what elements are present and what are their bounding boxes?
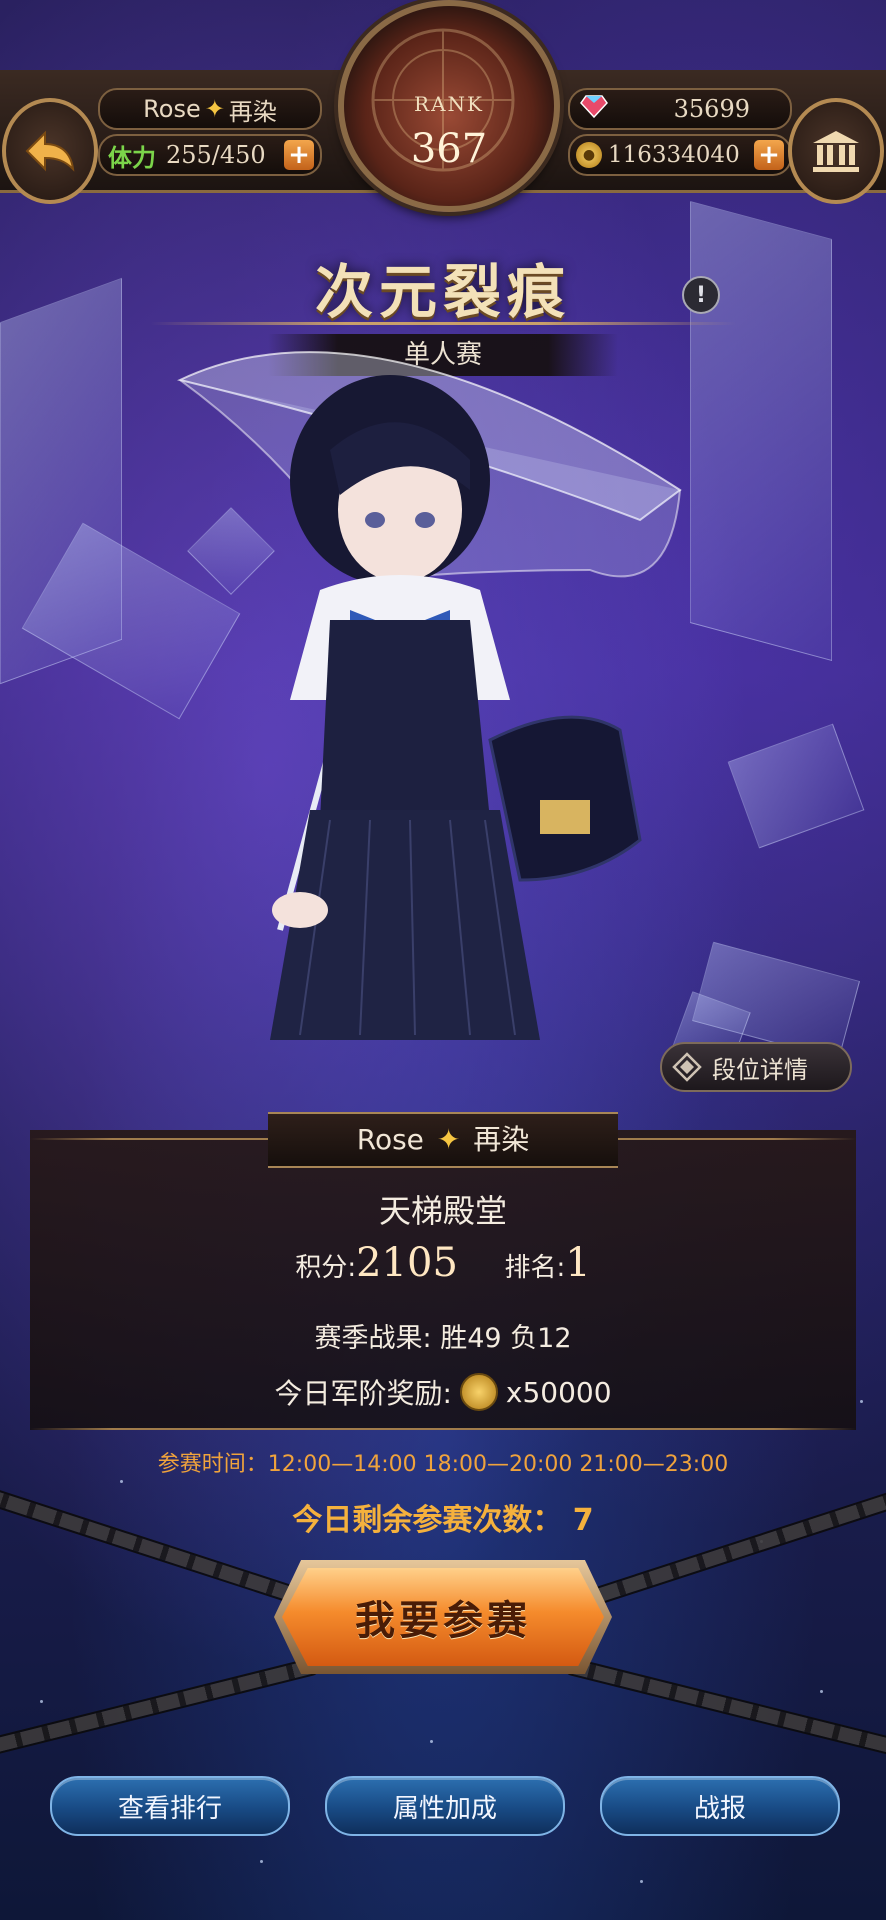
player-name-suffix: 再染 (228, 97, 277, 126)
top-bar: Rose ✦ 再染 体力 255/450 + RANK 367 35699 ● … (0, 0, 886, 230)
tier-detail-label: 段位详情 (712, 1055, 808, 1084)
join-match-button[interactable]: 我要参赛 (282, 1568, 604, 1666)
plus-icon: + (758, 140, 780, 170)
battle-report-label: 战报 (693, 1793, 746, 1824)
stamina-pill: 体力 255/450 + (98, 134, 322, 176)
panel-player-name-suffix: 再染 (473, 1123, 530, 1156)
gold-value: 116334040 (608, 142, 740, 168)
gold-coin-icon: ● (576, 142, 602, 168)
daily-reward-row: 今日军阶奖励: x50000 (0, 1372, 886, 1412)
rank-medal: RANK 367 (338, 0, 560, 212)
season-record-row: 赛季战果: 胜49 负12 (0, 1316, 886, 1355)
back-button[interactable] (2, 98, 98, 204)
building-icon (813, 131, 859, 172)
rank-value: 1 (565, 1240, 591, 1286)
add-stamina-button[interactable]: + (284, 140, 314, 170)
panel-player-name: Rose (356, 1123, 424, 1156)
reward-label: 今日军阶奖励: (274, 1377, 452, 1410)
sparkle-icon: ✦ (436, 1123, 461, 1156)
sparkle-icon: ✦ (204, 95, 225, 123)
rank-value: 367 (410, 126, 488, 172)
page-title: 次元裂痕 (314, 258, 571, 326)
plus-icon: + (288, 140, 310, 170)
character-illustration (177, 351, 682, 1040)
tier-badge-icon (672, 1052, 702, 1082)
player-name: Rose (143, 95, 201, 123)
season-value: 胜49 负12 (440, 1323, 572, 1354)
score-label: 积分: (295, 1253, 357, 1283)
attribute-bonus-button[interactable]: 属性加成 (325, 1776, 565, 1836)
gold-pill: ● 116334040 + (568, 134, 792, 176)
player-name-pill: Rose ✦ 再染 (98, 88, 322, 130)
gems-value: 35699 (673, 95, 750, 123)
season-label: 赛季战果: (314, 1323, 432, 1354)
gem-icon (580, 94, 608, 124)
remaining-value: 7 (572, 1503, 594, 1538)
tier-detail-button[interactable]: 段位详情 (660, 1042, 852, 1092)
join-match-label: 我要参赛 (355, 1598, 531, 1644)
stamina-label: 体力 (108, 143, 156, 172)
title-area: 次元裂痕 (0, 245, 886, 329)
gold-coin-icon (459, 1373, 498, 1411)
score-rank-row: 积分:2105 排名:1 (0, 1240, 886, 1286)
schedule-text: 参赛时间：12:00—14:00 18:00—20:00 21:00—23:00 (157, 1452, 729, 1477)
view-ranking-label: 查看排行 (117, 1793, 222, 1824)
tier-name: 天梯殿堂 (378, 1192, 507, 1230)
rank-label: 排名: (504, 1253, 566, 1283)
rank-label: RANK (414, 92, 484, 116)
panel-name-plate: Rose ✦ 再染 (268, 1112, 618, 1168)
view-ranking-button[interactable]: 查看排行 (50, 1776, 290, 1836)
remaining-label: 今日剩余参赛次数： (292, 1503, 563, 1538)
attribute-bonus-label: 属性加成 (392, 1793, 497, 1824)
score-value: 2105 (356, 1240, 458, 1286)
back-arrow-icon (25, 130, 75, 172)
panel-bottom-divider (30, 1428, 856, 1430)
gems-pill: 35699 (568, 88, 792, 130)
info-icon[interactable]: ! (682, 276, 720, 314)
hall-button[interactable] (788, 98, 884, 204)
reward-value: x50000 (505, 1375, 612, 1409)
battle-report-button[interactable]: 战报 (600, 1776, 840, 1836)
stamina-value: 255/450 (166, 141, 266, 169)
add-gold-button[interactable]: + (754, 140, 784, 170)
